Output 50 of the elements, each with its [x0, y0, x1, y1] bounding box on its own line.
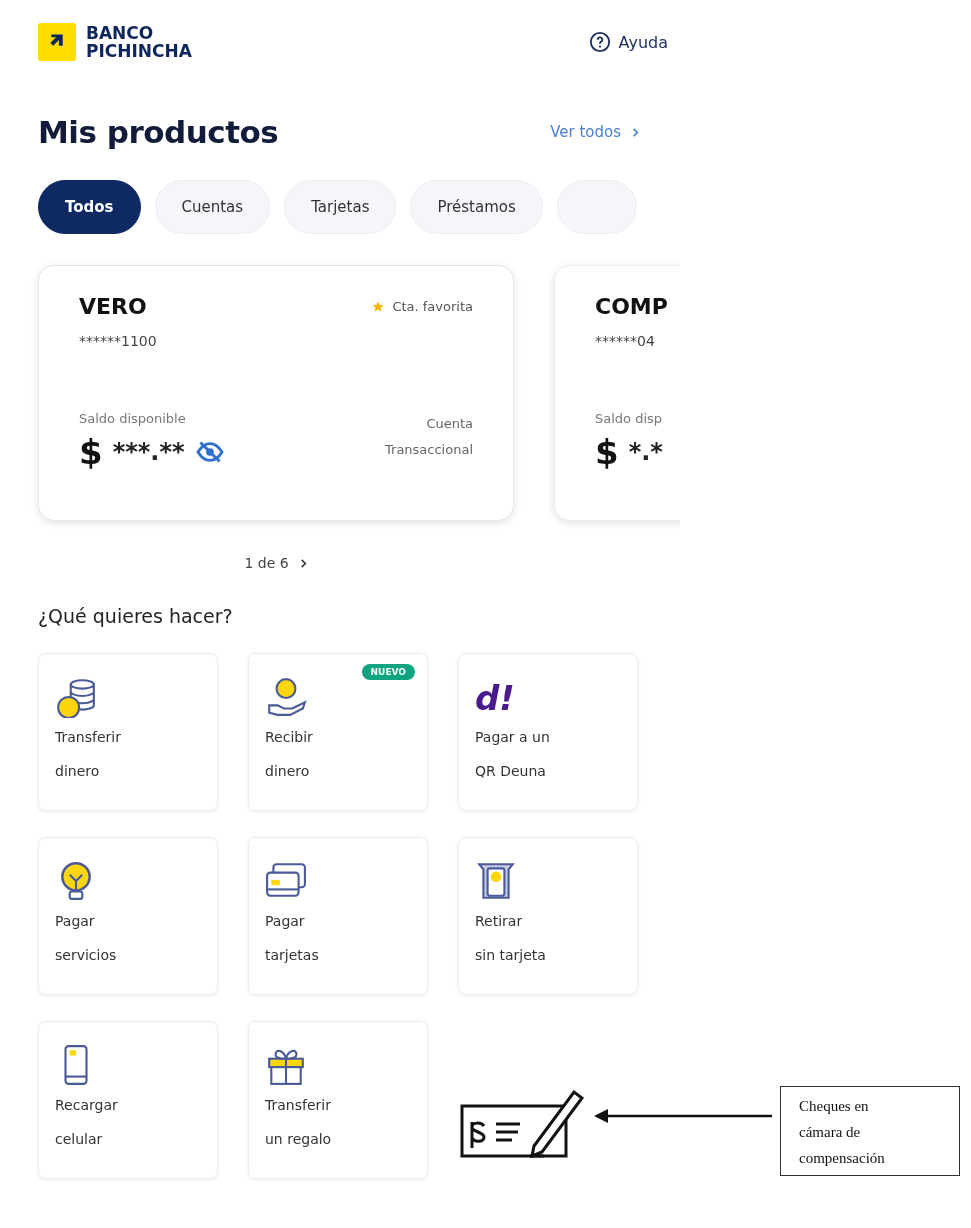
cash-slot-icon	[475, 860, 517, 902]
action-tile[interactable]: Recibir dinero NUEVO	[248, 653, 428, 811]
account-name: VERO	[79, 294, 147, 319]
chevron-right-icon	[631, 126, 640, 138]
coins-icon	[55, 676, 97, 718]
filter-tab[interactable]: Tarjetas	[284, 180, 397, 234]
action-tile[interactable]: Pagar servicios	[38, 837, 218, 995]
account-number: ******04	[595, 333, 656, 349]
action-label: Pagar servicios	[55, 912, 118, 965]
filter-tab[interactable]: Cuentas	[154, 180, 271, 234]
balance-label: Saldo disponible	[79, 411, 187, 426]
action-label: Transferir dinero	[55, 728, 122, 781]
deuna-logo: d!	[475, 678, 515, 718]
action-label: Recibir dinero	[265, 728, 314, 781]
account-type: Cuenta Transaccional	[385, 415, 473, 459]
action-label: Recargar celular	[55, 1096, 119, 1149]
help-link[interactable]: Ayuda	[588, 31, 668, 53]
balance-label: Saldo disp	[595, 411, 663, 426]
action-tile[interactable]: Retirar sin tarjeta	[458, 837, 638, 995]
action-tile[interactable]: Transferir dinero	[38, 653, 218, 811]
hand-coin-icon	[265, 676, 307, 718]
section-title: ¿Qué quieres hacer?	[38, 605, 234, 627]
section-title: Mis productos	[38, 114, 279, 150]
help-icon	[588, 31, 611, 53]
new-badge: NUEVO	[361, 664, 415, 680]
chevron-right-icon	[298, 557, 308, 569]
currency-sign: $	[79, 432, 103, 472]
filter-tab[interactable]: Préstamos	[410, 180, 543, 234]
action-label: Transferir un regalo	[265, 1096, 333, 1149]
pager-link[interactable]: 1 de 6	[244, 555, 308, 571]
filter-tab[interactable]: Todos	[38, 180, 141, 234]
currency-sign: $	[595, 432, 619, 472]
action-tile[interactable]: Pagar tarjetas	[248, 837, 428, 995]
favorite-label: Cta. favorita	[392, 299, 473, 314]
hidden-balance: *.*	[628, 438, 663, 466]
callout-box: Cheques en cámara de compensación	[780, 1086, 960, 1176]
see-all-link[interactable]: Ver todos	[550, 123, 640, 141]
action-label: Pagar a un QR Deuna	[475, 728, 551, 781]
logo-icon	[38, 23, 76, 61]
action-tile[interactable]: Transferir un regalo	[248, 1021, 428, 1179]
account-number: ******1100	[79, 333, 158, 349]
account-card[interactable]: VERO Cta. favorita ******1100 Saldo disponible $ ***.** Cuenta Transaccional	[38, 265, 514, 521]
account-card[interactable]: COMP ******04 Saldo disp $ *.*	[554, 265, 680, 521]
action-tile[interactable]: d! Pagar a un QR Deuna	[458, 653, 638, 811]
hidden-balance: ***.**	[112, 438, 185, 466]
action-label: Retirar sin tarjeta	[475, 912, 547, 965]
logo-text: BANCO PICHINCHA	[86, 24, 192, 60]
action-label: Pagar tarjetas	[265, 912, 320, 965]
account-name: COMP	[595, 294, 668, 319]
action-tile[interactable]: Recargar celular	[38, 1021, 218, 1179]
